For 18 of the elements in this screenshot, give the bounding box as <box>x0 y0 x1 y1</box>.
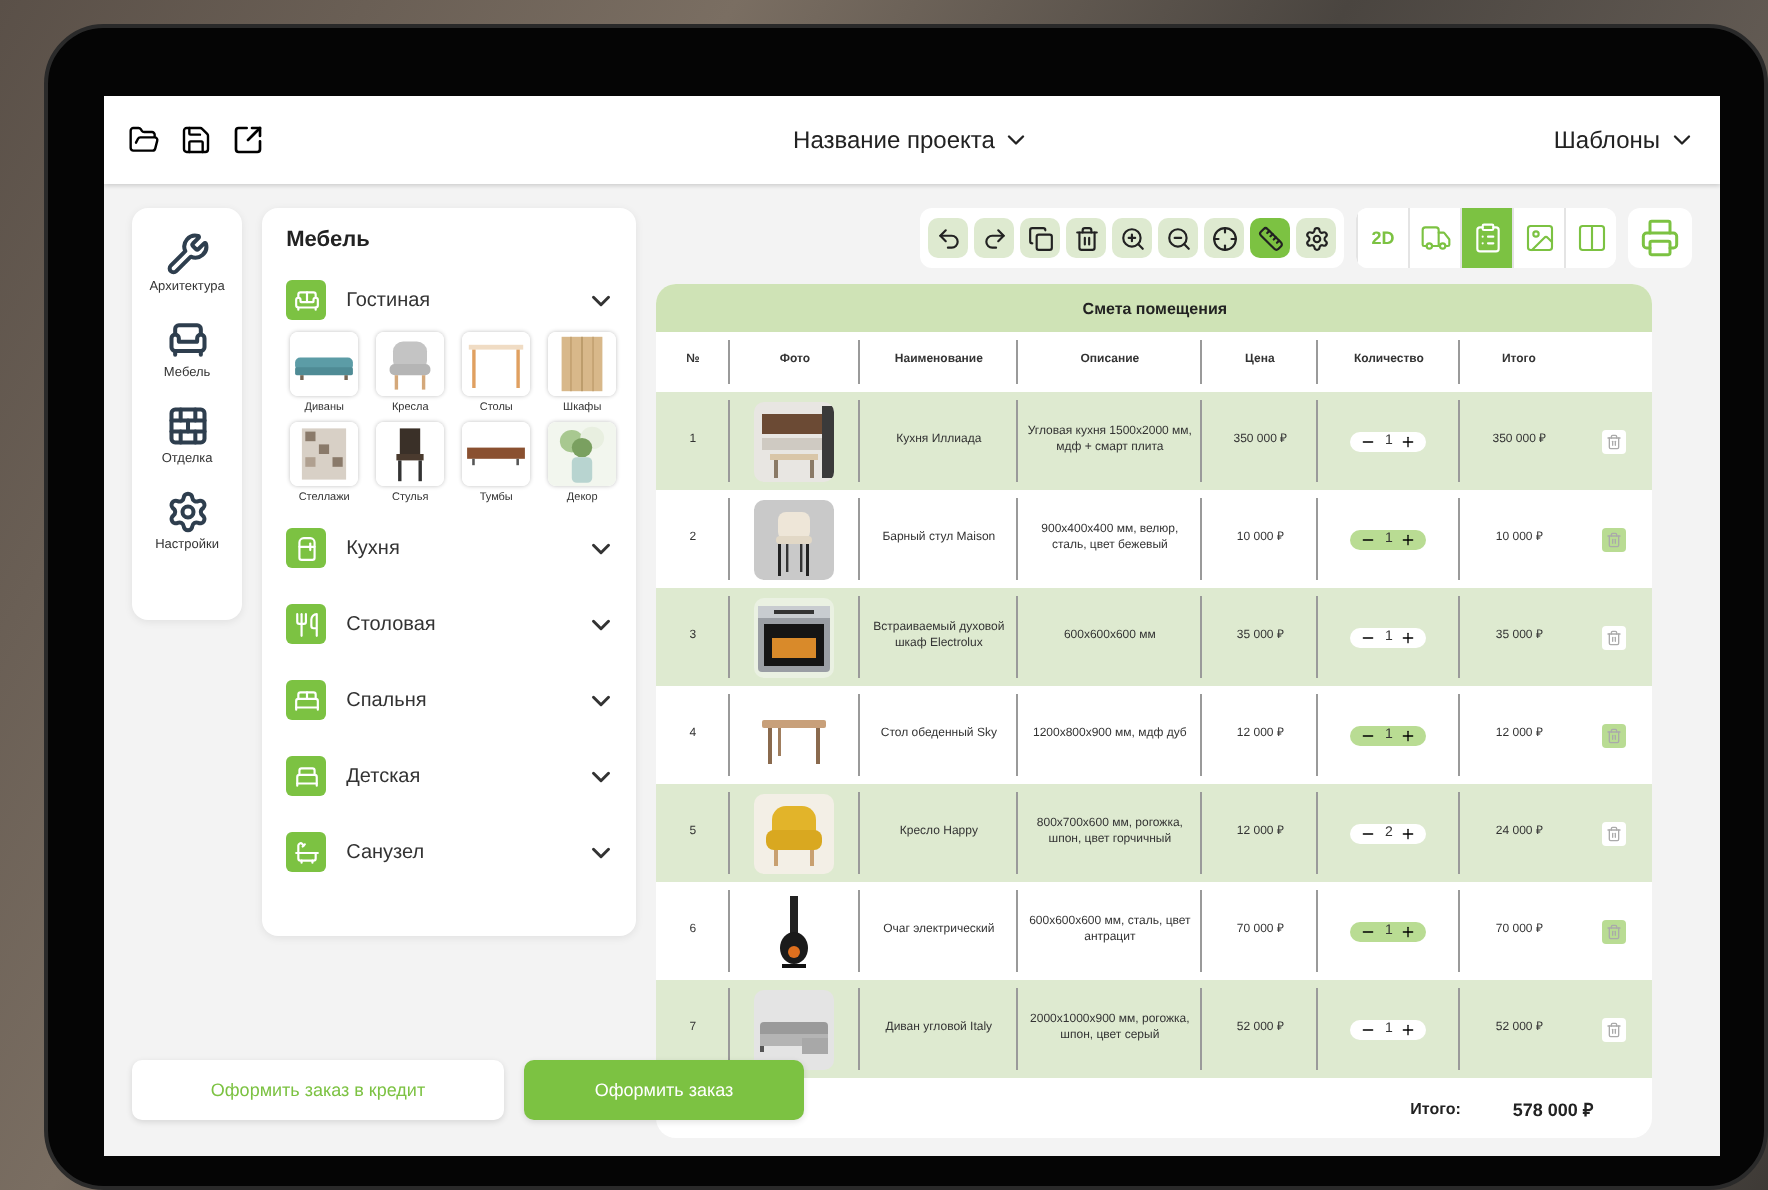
category-label: Кухня <box>346 537 402 559</box>
category-row[interactable]: Спальня <box>286 672 617 728</box>
category-label: Гостиная <box>346 289 433 311</box>
category-row[interactable]: Гостиная <box>286 272 617 328</box>
category-row[interactable]: Кухня <box>286 520 617 576</box>
category-label: Спальня <box>346 689 429 711</box>
category-label: Столовая <box>346 613 438 635</box>
total-label: Итого: <box>1410 1099 1461 1117</box>
project-name-dropdown[interactable]: Название проекта <box>793 126 1031 154</box>
category-label: Санузел <box>346 841 427 863</box>
category-row[interactable]: Столовая <box>286 596 617 652</box>
templates-dropdown[interactable]: Шаблоны <box>1553 126 1696 154</box>
table-title: Смета помещения <box>656 284 1653 332</box>
total-value: 578 000 ₽ <box>1512 1097 1593 1121</box>
panel-title: Мебель <box>286 228 372 252</box>
category-label: Детская <box>346 765 423 787</box>
category-row[interactable]: Детская <box>286 748 617 804</box>
category-row[interactable]: Санузел <box>286 824 617 880</box>
